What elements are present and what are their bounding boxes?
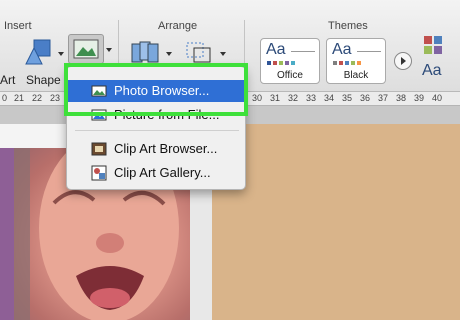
theme-thumbnail-office[interactable]: Aa Office <box>260 38 320 84</box>
menu-item-clip-art-gallery[interactable]: Clip Art Gallery... <box>67 162 245 184</box>
theme-name: Office <box>277 70 303 81</box>
page-color-band <box>0 148 14 320</box>
menu-item-clip-art-browser[interactable]: Clip Art Browser... <box>67 138 245 160</box>
menu-separator <box>75 130 239 131</box>
clip-art-gallery-icon <box>91 165 107 181</box>
theme-fonts-button[interactable]: Aa <box>422 62 442 80</box>
theme-preview-text: Aa <box>266 41 286 58</box>
chevron-down-icon[interactable] <box>220 52 226 56</box>
menu-item-label: Clip Art Browser... <box>114 141 218 156</box>
group-label-arrange: Arrange <box>158 20 198 32</box>
shape-icon[interactable] <box>22 36 54 68</box>
theme-name: Black <box>343 70 369 81</box>
themes-next-button[interactable] <box>394 52 412 70</box>
group-objects-icon[interactable] <box>182 38 216 66</box>
shape-button-label[interactable]: Shape <box>26 73 61 87</box>
reorder-icon[interactable] <box>128 38 162 66</box>
menu-item-label: Clip Art Gallery... <box>114 165 211 180</box>
chevron-down-icon[interactable] <box>166 52 172 56</box>
theme-preview-text: Aa <box>332 41 352 58</box>
theme-swatches <box>267 61 295 65</box>
theme-thumbnail-black[interactable]: Aa Black <box>326 38 386 84</box>
picture-button[interactable] <box>68 34 104 64</box>
chevron-right-icon <box>401 57 406 65</box>
art-button-label[interactable]: Art <box>0 73 15 87</box>
chevron-down-icon[interactable] <box>106 48 112 52</box>
highlight-annotation <box>64 63 248 116</box>
theme-swatches <box>333 61 361 65</box>
clip-art-browser-icon <box>91 141 107 157</box>
chevron-down-icon[interactable] <box>58 52 64 56</box>
theme-colors-icon[interactable] <box>422 34 444 56</box>
group-label-insert: Insert <box>4 20 32 32</box>
picture-icon <box>73 39 99 59</box>
group-label-themes: Themes <box>328 20 368 32</box>
